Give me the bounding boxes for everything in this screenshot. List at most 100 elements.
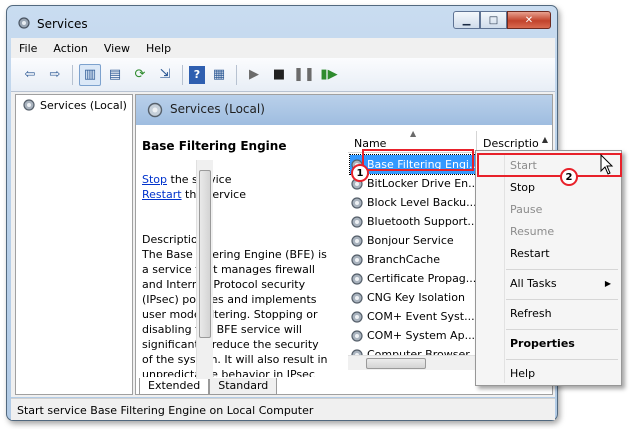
- stop-service-link[interactable]: Stop: [142, 173, 167, 186]
- minimize-icon: ▁: [462, 14, 471, 26]
- vertical-scrollbar[interactable]: [196, 160, 213, 379]
- gear-icon: [351, 291, 363, 304]
- status-text: Start service Base Filtering Engine on L…: [17, 404, 314, 417]
- resume-icon[interactable]: ▮▶: [318, 64, 340, 86]
- service-row[interactable]: Block Level Backu...: [350, 193, 476, 212]
- gear-icon: [351, 272, 363, 285]
- status-bar: Start service Base Filtering Engine on L…: [11, 398, 555, 420]
- service-row[interactable]: Bluetooth Support...: [350, 212, 476, 231]
- service-row[interactable]: Bonjour Service: [350, 231, 476, 250]
- mouse-cursor-icon: [600, 154, 614, 175]
- stop-icon[interactable]: ■: [268, 64, 290, 86]
- restart-line: Restart the service: [142, 187, 330, 202]
- menu-gutter: [504, 153, 505, 383]
- gear-icon: [351, 196, 363, 209]
- description-text: The Base Filtering Engine (BFE) is a ser…: [142, 248, 328, 377]
- services-gear-icon: [18, 17, 30, 29]
- view-tabs: Extended Standard: [139, 378, 278, 395]
- service-name: Bonjour Service: [367, 234, 454, 247]
- menu-item-properties[interactable]: Properties: [510, 337, 575, 350]
- menu-item-all-tasks[interactable]: All Tasks: [510, 277, 557, 290]
- tab-extended[interactable]: Extended: [139, 378, 210, 395]
- menu-action[interactable]: Action: [45, 42, 95, 55]
- service-row[interactable]: BranchCache: [350, 250, 476, 269]
- step-badge-2: 2: [560, 168, 578, 186]
- properties-sheet-icon[interactable]: ▤: [104, 64, 126, 86]
- help-icon[interactable]: ?: [189, 65, 205, 84]
- stop-line: Stop the service: [142, 172, 330, 187]
- service-row[interactable]: BitLocker Drive En...: [350, 174, 476, 193]
- gear-icon: [351, 215, 363, 228]
- service-name: BranchCache: [367, 253, 441, 266]
- menu-separator: [506, 269, 618, 270]
- service-detail-panel: Base Filtering Engine Stop the service R…: [136, 125, 336, 377]
- menu-separator: [506, 299, 618, 300]
- restart-service-link[interactable]: Restart: [142, 188, 182, 201]
- service-name: Block Level Backu...: [367, 196, 476, 209]
- close-button[interactable]: ✕: [507, 11, 551, 29]
- show-hide-tree-icon[interactable]: ▥: [79, 63, 101, 86]
- window-controls: ▁ □ ✕: [453, 11, 551, 29]
- window-title: Services: [37, 17, 88, 31]
- toolbar-separator: [236, 64, 237, 85]
- gear-icon: [351, 310, 363, 323]
- pause-icon[interactable]: ❚❚: [293, 64, 315, 86]
- tab-standard[interactable]: Standard: [209, 378, 278, 395]
- menu-separator: [506, 329, 618, 330]
- service-name: COM+ Event Syst...: [367, 310, 475, 323]
- gear-icon: [147, 102, 163, 118]
- menu-separator: [506, 359, 618, 360]
- description-label: Description:: [142, 233, 209, 246]
- menu-bar: File Action View Help: [11, 38, 555, 58]
- service-name: COM+ System Ap...: [367, 329, 476, 342]
- service-row[interactable]: COM+ System Ap...: [350, 326, 476, 345]
- maximize-button[interactable]: □: [480, 11, 507, 29]
- refresh-icon[interactable]: ⟳: [129, 64, 151, 86]
- vertical-scroll-thumb[interactable]: [199, 170, 211, 338]
- minimize-button[interactable]: ▁: [453, 11, 480, 29]
- console-tree: Services (Local): [15, 94, 133, 395]
- menu-item-restart[interactable]: Restart: [510, 247, 550, 260]
- scroll-up-icon[interactable]: ▲: [542, 135, 548, 144]
- service-name: Bluetooth Support...: [367, 215, 476, 228]
- tree-item-services-local[interactable]: Services (Local): [22, 98, 127, 112]
- forward-icon[interactable]: ⇨: [44, 64, 66, 86]
- title-bar[interactable]: Services ▁ □ ✕: [7, 6, 557, 38]
- service-row[interactable]: Certificate Propag...: [350, 269, 476, 288]
- gear-icon: [351, 234, 363, 247]
- service-name: Certificate Propag...: [367, 272, 476, 285]
- menu-item-help[interactable]: Help: [510, 367, 535, 380]
- service-row[interactable]: COM+ Event Syst...: [350, 307, 476, 326]
- menu-help[interactable]: Help: [138, 42, 179, 55]
- menu-item-stop[interactable]: Stop: [510, 181, 535, 194]
- pane-title: Services (Local): [170, 102, 265, 116]
- play-icon[interactable]: ▶: [243, 64, 265, 86]
- toolbar: ⇦ ⇨ ▥ ▤ ⟳ ⇲ ? ▦ ▶ ■ ❚❚ ▮▶: [11, 58, 555, 92]
- submenu-arrow-icon: ▶: [604, 279, 611, 288]
- maximize-icon: □: [488, 14, 499, 26]
- gear-icon: [23, 99, 35, 111]
- pane-header: Services (Local): [136, 95, 552, 125]
- action-pane-icon[interactable]: ▦: [208, 64, 230, 86]
- menu-file[interactable]: File: [11, 42, 45, 55]
- service-name: CNG Key Isolation: [367, 291, 465, 304]
- context-menu: Start Stop Pause Resume Restart All Task…: [475, 150, 622, 386]
- sort-ascending-icon: ▲: [410, 129, 417, 138]
- gear-icon: [351, 329, 363, 342]
- highlight-box-service: [362, 149, 474, 171]
- service-row[interactable]: CNG Key Isolation: [350, 288, 476, 307]
- menu-item-refresh[interactable]: Refresh: [510, 307, 552, 320]
- back-icon[interactable]: ⇦: [19, 64, 41, 86]
- horizontal-scroll-thumb[interactable]: [366, 358, 426, 369]
- client-area: Services (Local) Services (Local) Base F…: [11, 92, 555, 397]
- step-badge-1: 1: [351, 164, 369, 182]
- description-block: Description: The Base Filtering Engine (…: [142, 232, 332, 377]
- menu-view[interactable]: View: [96, 42, 138, 55]
- selected-service-name: Base Filtering Engine: [142, 139, 287, 153]
- menu-item-pause[interactable]: Pause: [510, 203, 542, 216]
- column-description[interactable]: Descriptio: [483, 137, 539, 150]
- gear-icon: [351, 253, 363, 266]
- horizontal-scrollbar[interactable]: [348, 355, 478, 370]
- menu-item-resume[interactable]: Resume: [510, 225, 554, 238]
- export-list-icon[interactable]: ⇲: [154, 64, 176, 86]
